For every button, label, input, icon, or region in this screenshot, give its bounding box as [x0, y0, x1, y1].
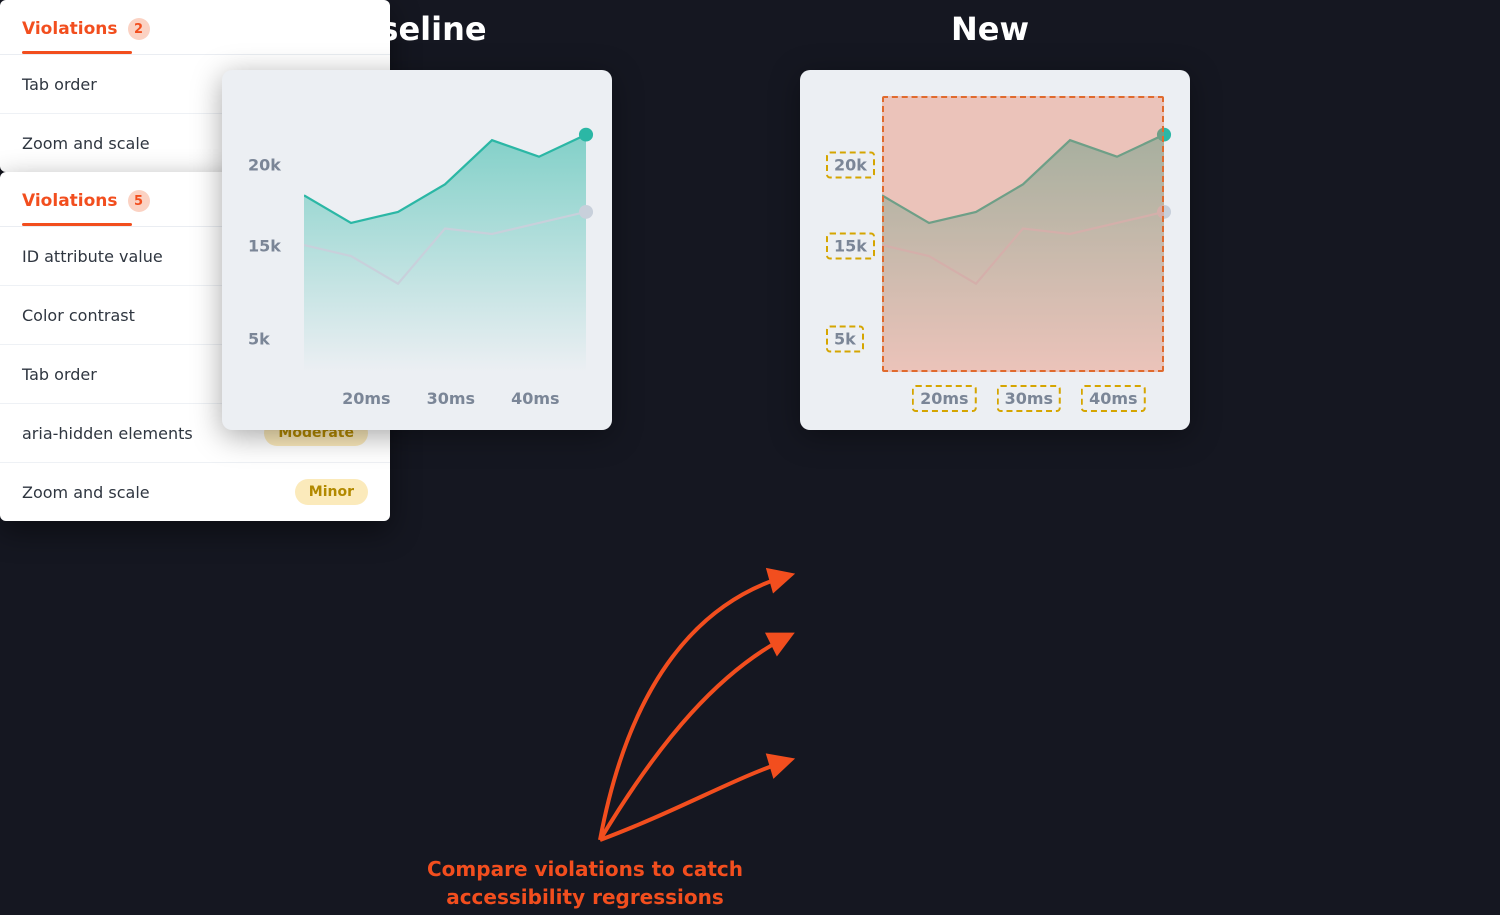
y-tick: 5k	[248, 330, 270, 349]
y-tick: 20k	[834, 155, 867, 174]
severity-badge: Minor	[295, 479, 368, 505]
highlight-overlay	[882, 96, 1164, 372]
chart-baseline: 20k 15k 5k 20ms 30ms 40ms	[248, 96, 586, 408]
x-tick: 30ms	[427, 389, 475, 408]
comparison-stage: Baseline New 20k 15k 5k 20ms 30ms 40ms 2…	[0, 0, 1500, 915]
caption-line1: Compare violations to catch	[427, 857, 743, 881]
chart-plot-baseline	[304, 96, 586, 372]
caption-line2: accessibility regressions	[427, 883, 743, 911]
violation-label: Zoom and scale	[22, 483, 150, 502]
violations-tab[interactable]: Violations 2	[0, 0, 390, 54]
violation-label: aria-hidden elements	[22, 424, 193, 443]
violation-label: Tab order	[22, 365, 97, 384]
violation-label: Tab order	[22, 75, 97, 94]
violation-row[interactable]: Zoom and scale Minor	[0, 462, 390, 521]
y-tick: 5k	[834, 330, 856, 349]
chart-new: 20k 15k 5k 20ms 30ms 40ms	[826, 96, 1164, 408]
violation-label: Zoom and scale	[22, 134, 150, 153]
chart-card-new: 20k 15k 5k 20ms 30ms 40ms	[800, 70, 1190, 430]
y-tick: 15k	[834, 236, 867, 255]
x-tick: 20ms	[920, 389, 968, 408]
x-tick: 30ms	[1005, 389, 1053, 408]
violations-title: Violations	[22, 191, 118, 211]
violation-label: ID attribute value	[22, 247, 163, 266]
chart-card-baseline: 20k 15k 5k 20ms 30ms 40ms	[222, 70, 612, 430]
column-title-new: New	[951, 10, 1029, 48]
x-tick: 40ms	[1089, 389, 1137, 408]
comparison-caption: Compare violations to catch accessibilit…	[427, 855, 743, 911]
violations-count-badge: 2	[128, 18, 150, 40]
violations-title: Violations	[22, 19, 118, 39]
tab-underline	[22, 51, 132, 54]
violations-tab[interactable]: Violations 5	[0, 172, 390, 226]
x-tick: 40ms	[511, 389, 559, 408]
violations-count-badge: 5	[128, 190, 150, 212]
y-tick: 15k	[248, 236, 281, 255]
chart-plot-new	[882, 96, 1164, 372]
violation-label: Color contrast	[22, 306, 135, 325]
x-tick: 20ms	[342, 389, 390, 408]
tab-underline	[22, 223, 132, 226]
